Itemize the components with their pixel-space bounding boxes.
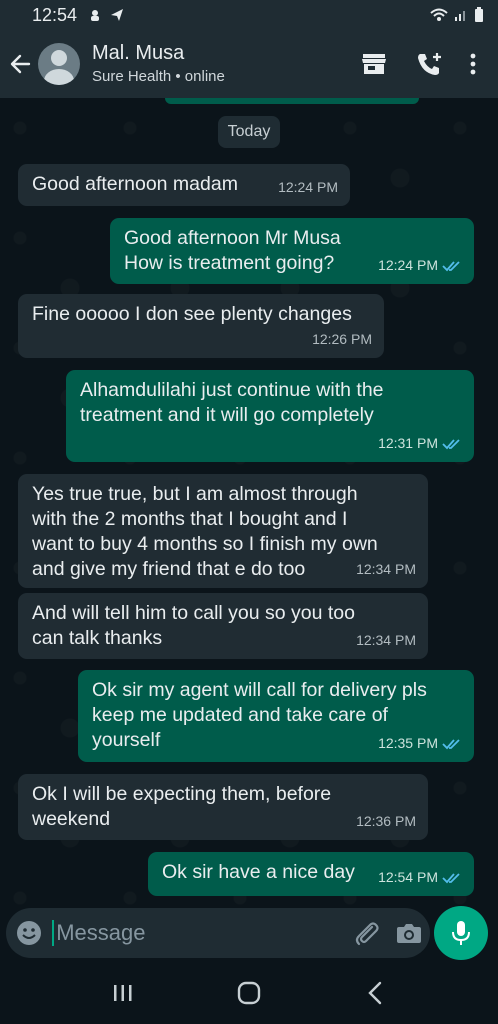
send-icon xyxy=(111,9,124,21)
avatar[interactable] xyxy=(38,43,80,85)
message-meta: 12:26 PM xyxy=(312,327,372,352)
paperclip-icon xyxy=(355,922,379,946)
system-navigation-bar xyxy=(0,962,498,1024)
more-options-button[interactable] xyxy=(458,40,488,88)
message-bubble[interactable]: Fine ooooo I don see plenty changes 12:2… xyxy=(18,294,384,358)
signal-icon xyxy=(455,11,465,21)
message-meta: 12:35 PM xyxy=(378,731,462,756)
add-call-button[interactable] xyxy=(402,40,458,88)
attach-button[interactable] xyxy=(344,908,387,958)
message-bubble[interactable]: Yes true true, but I am almost through w… xyxy=(18,474,428,588)
home-button[interactable] xyxy=(219,968,279,1018)
mic-icon xyxy=(452,921,470,945)
read-receipt-icon xyxy=(442,438,460,449)
message-bubble[interactable]: Good afternoon Mr Musa How is treatment … xyxy=(110,218,474,284)
message-time: 12:26 PM xyxy=(312,331,372,347)
shop-icon xyxy=(362,54,386,74)
emoji-icon xyxy=(17,921,42,945)
message-bubble[interactable]: Good afternoon madam 12:24 PM xyxy=(18,164,350,206)
read-receipt-icon xyxy=(442,872,460,883)
message-time: 12:36 PM xyxy=(356,813,416,829)
composer xyxy=(0,906,498,962)
message-text: Alhamdulilahi just continue with the tre… xyxy=(80,379,384,426)
message-text: Fine ooooo I don see plenty changes xyxy=(32,303,352,325)
message-time: 12:54 PM xyxy=(378,869,438,885)
emoji-button[interactable] xyxy=(6,908,52,958)
read-receipt-icon xyxy=(442,738,460,749)
message-input-container xyxy=(6,908,430,958)
system-status-icons xyxy=(430,7,484,23)
status-time: 12:54 xyxy=(32,4,78,25)
wifi-icon xyxy=(430,8,448,21)
message-meta: 12:54 PM xyxy=(378,865,462,890)
camera-button[interactable] xyxy=(387,908,430,958)
header-actions xyxy=(346,40,488,88)
date-divider: Today xyxy=(218,116,280,148)
message-meta: 12:24 PM xyxy=(378,253,462,278)
notification-icon xyxy=(91,10,100,21)
message-time: 12:34 PM xyxy=(356,632,416,648)
back-button[interactable] xyxy=(4,30,36,98)
message-meta: 12:36 PM xyxy=(356,809,416,834)
message-time: 12:24 PM xyxy=(278,179,338,195)
message-meta: 12:31 PM xyxy=(378,431,462,456)
catalog-button[interactable] xyxy=(346,40,402,88)
message-bubble[interactable]: Alhamdulilahi just continue with the tre… xyxy=(66,370,474,462)
recent-apps-icon xyxy=(114,985,132,1001)
camera-icon xyxy=(396,924,421,943)
contact-status: Sure Health • online xyxy=(92,68,225,85)
phone-add-icon xyxy=(418,53,441,75)
message-bubble[interactable]: Ok sir my agent will call for delivery p… xyxy=(78,670,474,762)
contact-info[interactable]: Mal. Musa Sure Health • online xyxy=(92,41,346,87)
chat-header: Mal. Musa Sure Health • online xyxy=(0,30,498,98)
more-vert-icon xyxy=(470,53,476,75)
message-time: 12:31 PM xyxy=(378,435,438,451)
home-icon xyxy=(237,981,261,1005)
message-bubble[interactable]: And will tell him to call you so you too… xyxy=(18,593,428,659)
message-meta: 12:34 PM xyxy=(356,557,416,582)
chevron-left-icon xyxy=(368,981,382,1005)
arrow-back-icon xyxy=(10,54,31,74)
recent-apps-button[interactable] xyxy=(93,968,153,1018)
contact-name: Mal. Musa xyxy=(92,42,185,64)
status-bar: 12:54 xyxy=(0,0,498,30)
message-bubble[interactable]: Ok I will be expecting them, before week… xyxy=(18,774,428,840)
read-receipt-icon xyxy=(442,260,460,271)
battery-icon xyxy=(475,7,483,22)
message-meta: 12:24 PM xyxy=(278,175,338,200)
notification-icons xyxy=(87,7,125,23)
message-time: 12:24 PM xyxy=(378,257,438,273)
message-input[interactable] xyxy=(56,908,345,958)
voice-record-button[interactable] xyxy=(434,906,488,960)
message-time: 12:34 PM xyxy=(356,561,416,577)
message-time: 12:35 PM xyxy=(378,735,438,751)
back-nav-button[interactable] xyxy=(345,968,405,1018)
text-cursor xyxy=(52,920,55,946)
message-meta: 12:34 PM xyxy=(356,628,416,653)
message-bubble[interactable]: Ok sir have a nice day 12:54 PM xyxy=(148,852,474,896)
previous-message-edge xyxy=(165,98,419,104)
message-list[interactable]: Today Good afternoon madam 12:24 PM Good… xyxy=(0,98,498,908)
